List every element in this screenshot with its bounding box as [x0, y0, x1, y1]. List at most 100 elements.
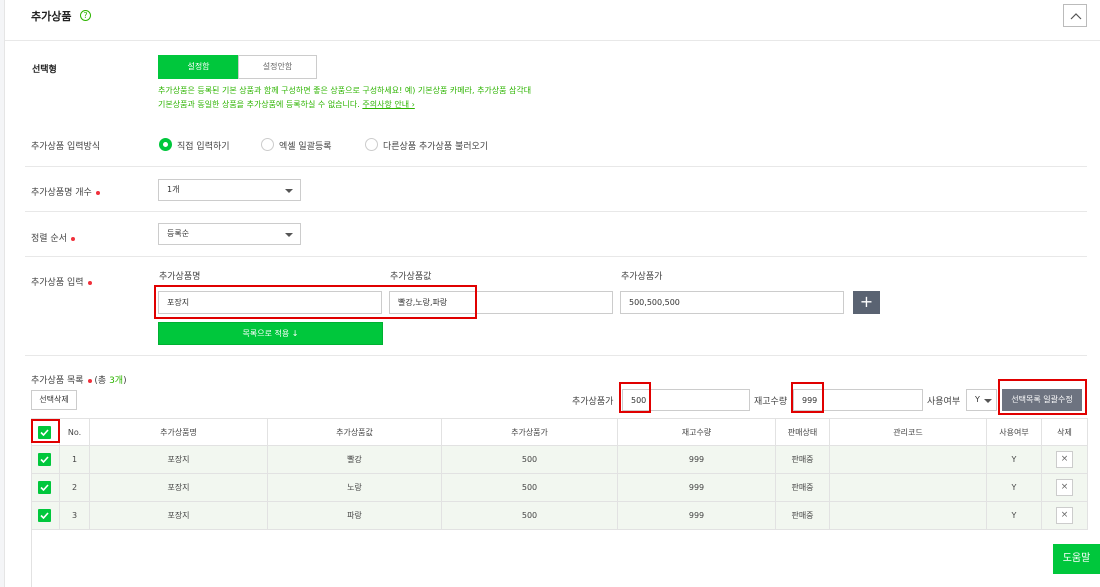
setting-note: 추가상품은 등록된 기본 상품과 함께 구성하면 좋은 상품으로 구성하세요! …: [158, 84, 858, 112]
highlight-box: [154, 285, 477, 319]
radio-excel-upload-label[interactable]: 엑셀 일괄등록: [279, 139, 332, 152]
radio-direct-input[interactable]: [159, 138, 172, 151]
cell-code[interactable]: [829, 445, 987, 474]
column-header: 사용여부: [986, 418, 1042, 446]
delete-row-button[interactable]: ×: [1056, 507, 1073, 524]
caret-down-icon: [285, 189, 293, 193]
table-row: 1 포장지 빨강 500 999 판매중 Y ×: [31, 445, 1088, 474]
table-header-row: No. 추가상품명 추가상품값 추가상품가 재고수량 판매상태 관리코드 사용여…: [31, 418, 1088, 446]
collapse-button[interactable]: [1063, 4, 1087, 27]
cell-price[interactable]: 500: [441, 445, 618, 474]
count-prefix: (총: [94, 376, 110, 386]
cell-status: 판매중: [775, 501, 830, 530]
col-value-label: 추가상품값: [390, 272, 432, 282]
help-icon[interactable]: ?: [80, 10, 91, 21]
delete-row-button[interactable]: ×: [1056, 479, 1073, 496]
cell-value: 노랑: [267, 473, 442, 502]
highlight-box: [791, 382, 824, 413]
cell-code[interactable]: [829, 501, 987, 530]
product-count: 3개: [109, 376, 124, 386]
row-checkbox[interactable]: [38, 481, 51, 494]
bulk-use-value: Y: [975, 395, 980, 404]
cell-price[interactable]: 500: [441, 473, 618, 502]
product-list-label: 추가상품 목록 (총 3개): [31, 373, 127, 386]
radio-direct-input-label[interactable]: 직접 입력하기: [177, 139, 230, 152]
cell-stock[interactable]: 999: [617, 445, 776, 474]
additional-product-panel: 추가상품 ? 선택형 설정함 설정안함 추가상품은 등록된 기본 상품과 함께 …: [4, 0, 1100, 587]
divider: [25, 256, 1087, 257]
check-icon: [40, 512, 49, 519]
check-icon: [40, 484, 49, 491]
chevron-up-icon: [1070, 13, 1082, 20]
bulk-use-select[interactable]: Y: [966, 389, 997, 411]
radio-excel-upload[interactable]: [261, 138, 274, 151]
column-header: 추가상품가: [441, 418, 618, 446]
setting-on-button[interactable]: 설정함: [158, 55, 239, 79]
col-name-label: 추가상품명: [159, 272, 201, 282]
help-button[interactable]: 도움말: [1053, 544, 1100, 574]
table-row: 3 포장지 파랑 500 999 판매중 Y ×: [31, 501, 1088, 530]
cell-stock[interactable]: 999: [617, 501, 776, 530]
sort-order-label: 정렬 순서: [31, 231, 75, 244]
product-input-label: 추가상품 입력: [31, 275, 92, 288]
cell-name: 포장지: [89, 445, 268, 474]
cell-use[interactable]: Y: [986, 445, 1042, 474]
required-dot: [95, 190, 100, 195]
delete-row-button[interactable]: ×: [1056, 451, 1073, 468]
cell-name: 포장지: [89, 473, 268, 502]
add-row-button[interactable]: +: [853, 291, 880, 314]
name-count-select[interactable]: 1개: [158, 179, 301, 201]
radio-load-other[interactable]: [365, 138, 378, 151]
column-header: 삭제: [1041, 418, 1088, 446]
table-row: 2 포장지 노랑 500 999 판매중 Y ×: [31, 473, 1088, 502]
cell-no: 3: [59, 501, 90, 530]
cell-delete: ×: [1041, 473, 1088, 502]
apply-to-list-button[interactable]: 목록으로 적용 ↓: [158, 322, 383, 345]
cell-stock[interactable]: 999: [617, 473, 776, 502]
column-header: 추가상품값: [267, 418, 442, 446]
cell-delete: ×: [1041, 445, 1088, 474]
divider: [25, 355, 1087, 356]
name-count-label: 추가상품명 개수: [31, 185, 100, 198]
col-price-label: 추가상품가: [621, 272, 663, 282]
required-dot: [87, 378, 92, 383]
row-checkbox[interactable]: [38, 509, 51, 522]
highlight-box: [998, 379, 1087, 415]
cell-value: 파랑: [267, 501, 442, 530]
sort-order-select[interactable]: 등록순: [158, 223, 301, 245]
cell-use[interactable]: Y: [986, 473, 1042, 502]
radio-load-other-label[interactable]: 다른상품 추가상품 불러오기: [383, 139, 488, 152]
highlight-box: [619, 382, 651, 413]
cell-delete: ×: [1041, 501, 1088, 530]
column-header: 재고수량: [617, 418, 776, 446]
bulk-price-label: 추가상품가: [572, 397, 614, 407]
setting-off-button[interactable]: 설정안함: [238, 55, 317, 79]
product-price-input[interactable]: 500,500,500: [620, 291, 844, 314]
table-left-border: [31, 529, 32, 587]
required-dot: [70, 236, 75, 241]
caution-link[interactable]: 주의사항 안내 ›: [362, 100, 414, 109]
caret-down-icon: [984, 399, 992, 403]
divider: [25, 211, 1087, 212]
column-header: 판매상태: [775, 418, 830, 446]
delete-selected-button[interactable]: 선택삭제: [31, 390, 77, 410]
name-count-label-text: 추가상품명 개수: [31, 188, 92, 198]
required-dot: [87, 280, 92, 285]
column-header: 관리코드: [829, 418, 987, 446]
sort-order-value: 등록순: [167, 229, 190, 238]
bulk-stock-label: 재고수량: [754, 397, 788, 407]
bulk-use-label: 사용여부: [927, 397, 961, 407]
highlight-box: [31, 419, 60, 443]
cell-no: 2: [59, 473, 90, 502]
check-icon: [40, 456, 49, 463]
setting-note-line2: 기본상품과 동일한 상품을 추가상품에 등록하실 수 없습니다. 주의사항 안내…: [158, 98, 858, 112]
divider: [25, 166, 1087, 167]
input-method-label: 추가상품 입력방식: [31, 142, 101, 152]
cell-value: 빨강: [267, 445, 442, 474]
row-checkbox[interactable]: [38, 453, 51, 466]
cell-price[interactable]: 500: [441, 501, 618, 530]
cell-status: 판매중: [775, 445, 830, 474]
cell-use[interactable]: Y: [986, 501, 1042, 530]
cell-code[interactable]: [829, 473, 987, 502]
divider: [5, 40, 1100, 41]
